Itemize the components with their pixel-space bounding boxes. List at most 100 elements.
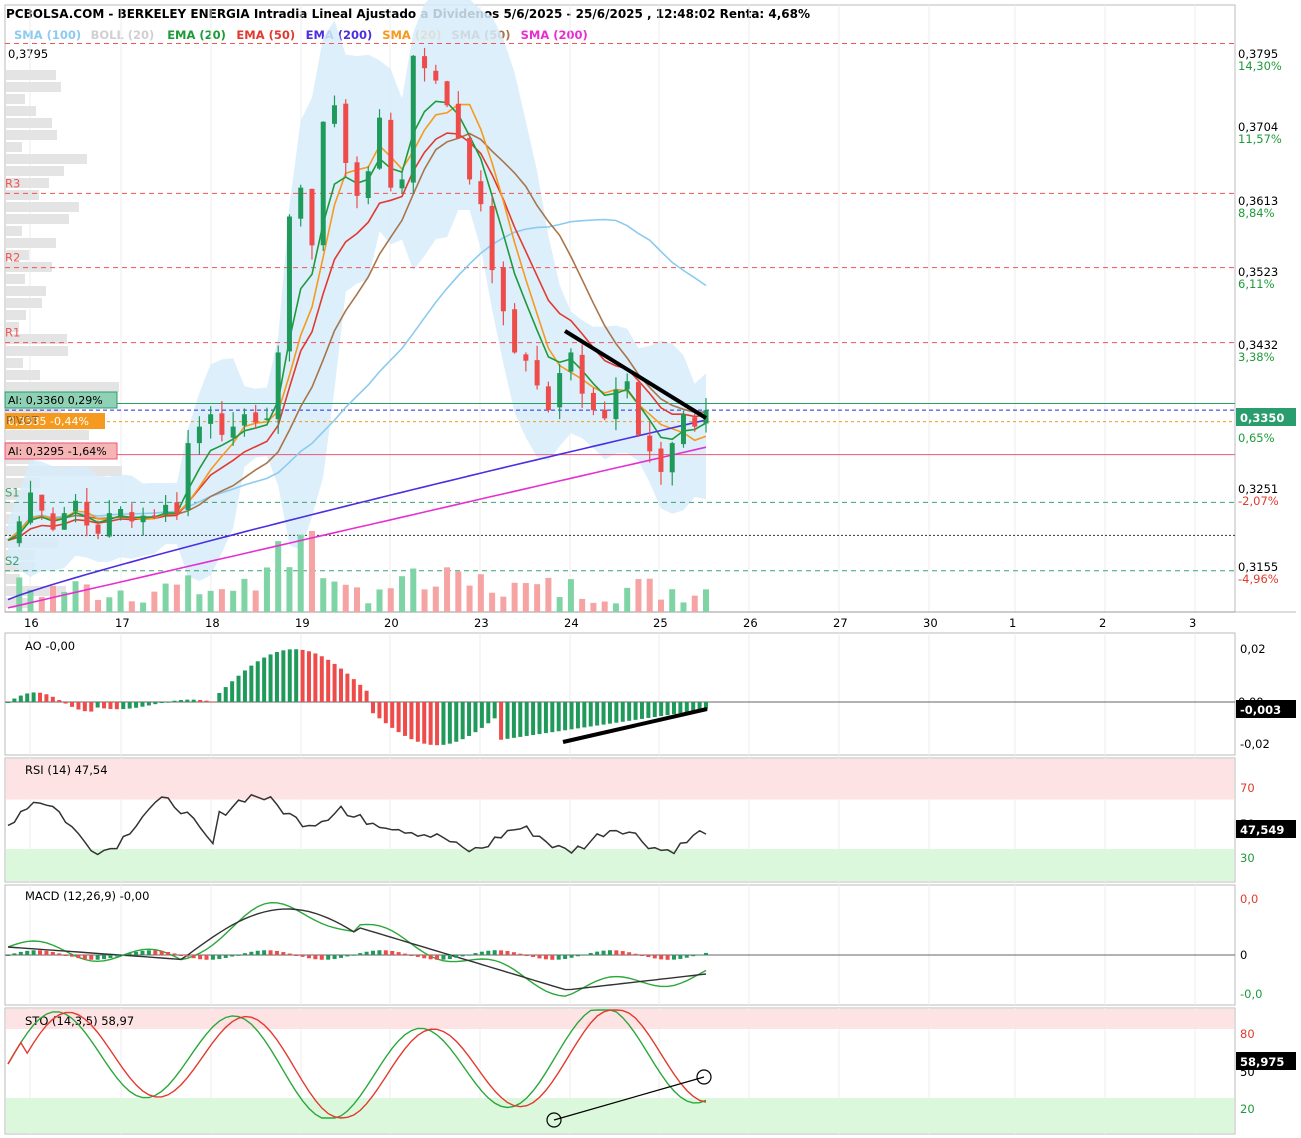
ao-bar: [274, 652, 279, 702]
ao-bar: [460, 702, 465, 740]
macd-hist-bar: [236, 954, 241, 956]
macd-hist-bar: [242, 953, 247, 955]
ao-bar: [76, 702, 81, 710]
volume-bar: [489, 592, 496, 612]
macd-frame: [4, 884, 1236, 1006]
rsi-axis-tick: 70: [1240, 781, 1255, 795]
macd-hist-bar: [25, 950, 30, 955]
ao-bar: [441, 702, 446, 745]
ao-bar: [223, 687, 228, 702]
macd-hist-bar: [178, 955, 183, 956]
ao-bar: [198, 699, 203, 702]
macd-hist-bar: [262, 950, 267, 955]
macd-hist-bar: [191, 955, 196, 959]
profile-bar: [6, 370, 40, 380]
pct-tick: -2,07%: [1238, 494, 1279, 508]
candle-body: [309, 188, 315, 246]
macd-hist-bar: [44, 950, 49, 955]
candle-body: [512, 309, 518, 353]
macd-hist-bar: [31, 950, 36, 955]
macd-hist-bar: [390, 950, 395, 955]
macd-hist-bar: [697, 954, 702, 956]
profile-bar: [6, 286, 46, 296]
date-axis: 16 17 18 19 20 23 24 25 26 27 30 1 2 3: [24, 616, 1196, 630]
profile-bar: [6, 298, 42, 308]
sto-axis-tick: 80: [1240, 1027, 1255, 1041]
date-tick: 1: [1009, 616, 1016, 630]
volume-bar: [27, 589, 34, 612]
volume-bar: [128, 601, 135, 612]
volume-bar: [466, 585, 473, 612]
chart-canvas: PCBOLSA.COM - BERKELEY ENERGIA Intradia …: [4, 0, 1296, 1135]
ao-panel: AO -0,000,020,00-0,02-0,003: [5, 639, 1296, 751]
date-tick: 23: [474, 616, 489, 630]
volume-bar: [556, 597, 563, 612]
candle-body: [39, 494, 45, 511]
profile-bar: [6, 382, 119, 392]
macd-hist-bar: [671, 955, 676, 960]
macd-hist-bar: [268, 950, 273, 955]
ao-bar: [646, 702, 651, 718]
candle-body: [647, 435, 653, 452]
macd-hist-bar: [70, 955, 75, 957]
candle-body: [568, 352, 574, 372]
macd-hist-bar: [287, 953, 292, 955]
candle-body: [28, 492, 34, 523]
macd-hist-bar: [659, 955, 664, 960]
profile-bar: [6, 226, 22, 236]
profile-bar: [6, 166, 64, 176]
candle-body: [478, 181, 484, 205]
profile-bar: [6, 154, 87, 164]
ao-bar: [230, 681, 235, 702]
candle-body: [455, 103, 461, 139]
macd-hist-bar: [18, 951, 23, 955]
candle-body: [410, 55, 416, 183]
profile-bar: [6, 202, 79, 212]
volume-bar: [331, 581, 338, 612]
volume-bar: [545, 577, 552, 612]
ao-bar: [332, 663, 337, 702]
volume-bar: [500, 596, 507, 612]
macd-hist-bar: [620, 951, 625, 955]
volume-bar: [522, 583, 529, 612]
volume-bar: [308, 531, 315, 612]
ao-bar: [659, 702, 664, 717]
macd-hist-bar: [403, 953, 408, 955]
date-tick: 30: [923, 616, 938, 630]
candle-body: [298, 187, 304, 219]
ao-bar: [479, 702, 484, 728]
macd-hist-bar: [76, 955, 81, 959]
candle-body: [151, 515, 157, 518]
candle-body: [692, 417, 698, 427]
macd-hist-bar: [569, 955, 574, 958]
macd-hist-bar: [274, 950, 279, 955]
candle-body: [73, 500, 79, 512]
ao-bar: [210, 701, 215, 703]
volume-bar: [387, 588, 394, 612]
volume-bar: [196, 594, 203, 612]
macd-hist-bar: [300, 955, 305, 957]
level-label-R1: R1: [5, 326, 20, 340]
candle-body: [84, 501, 90, 526]
ao-bar: [57, 700, 62, 702]
ao-bar: [159, 702, 164, 703]
candle-body: [118, 509, 124, 516]
profile-bar: [6, 142, 22, 152]
ao-bar: [153, 702, 158, 705]
ao-bar: [595, 702, 600, 726]
ao-bar: [518, 702, 523, 737]
volume-bar: [263, 567, 270, 612]
volume-bar: [50, 585, 57, 612]
ao-bar: [383, 702, 388, 724]
macd-hist-bar: [396, 952, 401, 955]
ao-frame: [4, 632, 1236, 756]
candle-body: [140, 515, 146, 523]
ao-bar: [639, 702, 644, 719]
legend-item: EMA (20): [167, 28, 226, 42]
macd-axis-tick: -0,0: [1240, 987, 1262, 1001]
ao-bar: [665, 702, 670, 716]
profile-bar: [6, 274, 25, 284]
macd-hist-bar: [556, 955, 561, 960]
macd-hist-bar: [537, 955, 542, 959]
ao-bar: [249, 665, 254, 702]
